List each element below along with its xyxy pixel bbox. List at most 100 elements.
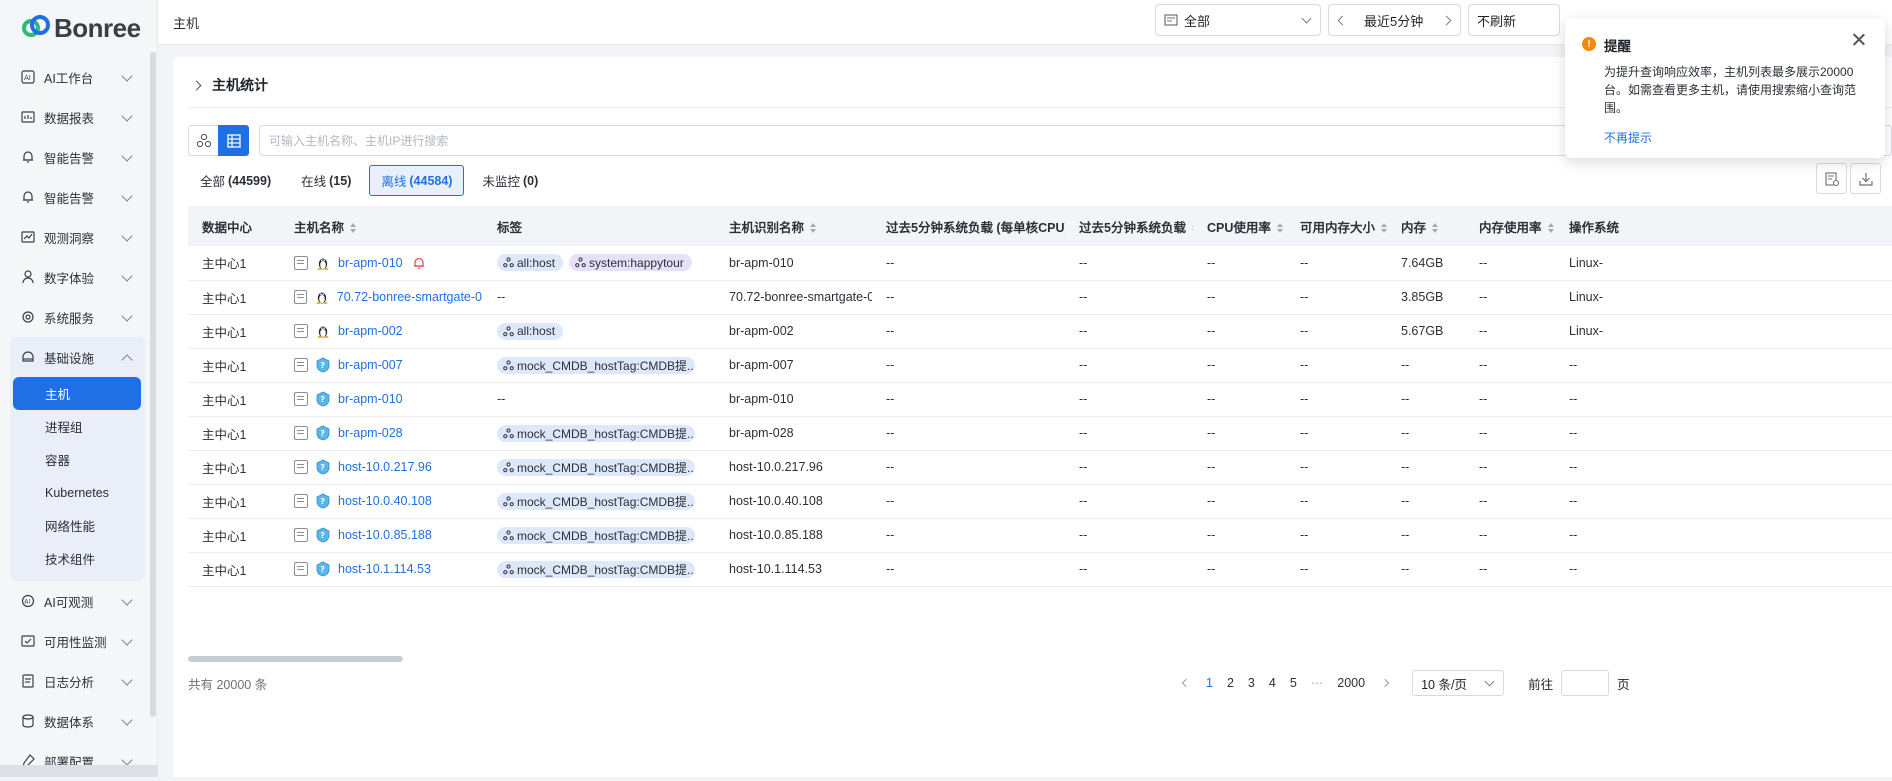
page-number[interactable]: 4	[1262, 676, 1283, 690]
host-name-link[interactable]: host-10.0.85.188	[338, 528, 432, 542]
time-range-select[interactable]: 最近5分钟	[1328, 4, 1461, 36]
column-header[interactable]: 内存	[1387, 206, 1465, 246]
host-tag[interactable]: mock_CMDB_hostTag:CMDB提...	[497, 424, 695, 442]
column-header[interactable]: CPU使用率	[1193, 206, 1286, 246]
host-tag[interactable]: system:happytour	[569, 254, 692, 272]
host-tag[interactable]: mock_CMDB_hostTag:CMDB提...	[497, 356, 695, 374]
host-name-link[interactable]: host-10.1.114.53	[338, 562, 431, 576]
next-page-icon[interactable]	[1380, 678, 1390, 688]
column-header[interactable]: 主机识别名称	[715, 206, 872, 246]
sidebar-item[interactable]: 数据体系	[0, 701, 158, 741]
sort-icon[interactable]	[1432, 223, 1439, 234]
column-header[interactable]: 主机名称	[280, 206, 483, 246]
sort-icon[interactable]	[1547, 223, 1554, 234]
logo[interactable]: Bonree	[20, 10, 141, 46]
sidebar-item[interactable]: 智能告警	[0, 177, 158, 217]
host-name-link[interactable]: br-apm-010	[338, 256, 403, 270]
sidebar-item[interactable]: 智能告警	[0, 137, 158, 177]
column-settings-button[interactable]	[1816, 163, 1847, 194]
sidebar-subitem[interactable]: 容器	[10, 443, 145, 476]
column-header[interactable]: 内存使用率	[1465, 206, 1555, 246]
sidebar-item[interactable]: AI AI可观测	[0, 581, 158, 621]
sort-icon[interactable]	[350, 223, 357, 234]
sidebar-subitem[interactable]: 网络性能	[10, 509, 145, 542]
status-tab[interactable]: 离线 (44584)	[369, 165, 465, 196]
sidebar-item[interactable]: 日志分析	[0, 661, 158, 701]
sidebar-item[interactable]: 数字体验	[0, 257, 158, 297]
status-tab[interactable]: 未监控 (0)	[470, 165, 550, 196]
host-name-link[interactable]: br-apm-007	[338, 358, 403, 372]
page-number[interactable]: 2	[1220, 676, 1241, 690]
table-row[interactable]: 主中心1 ? host-10.0.40.108 mock_CMDB_hostTa…	[188, 484, 1892, 519]
host-tag[interactable]: mock_CMDB_hostTag:CMDB提...	[497, 526, 695, 544]
host-tag[interactable]: mock_CMDB_hostTag:CMDB提...	[497, 492, 695, 510]
sidebar-item[interactable]: 系统服务	[0, 297, 158, 337]
close-icon[interactable]	[1851, 32, 1867, 48]
column-header[interactable]: 过去5分钟系统负载	[1065, 206, 1193, 246]
unknown-os-icon: ?	[315, 357, 331, 373]
sort-icon[interactable]	[1381, 223, 1387, 234]
column-header[interactable]: 过去5分钟系统负载 (每单核CPU)	[872, 206, 1065, 246]
status-tab[interactable]: 在线 (15)	[289, 165, 363, 196]
prev-page-icon[interactable]	[1181, 678, 1191, 688]
scope-select[interactable]: 全部	[1155, 4, 1321, 36]
host-tag[interactable]: mock_CMDB_hostTag:CMDB提...	[497, 458, 695, 476]
table-horizontal-scrollbar[interactable]	[188, 655, 1892, 663]
sidebar-item[interactable]: 观测洞察	[0, 217, 158, 257]
sidebar-subitem[interactable]: 技术组件	[10, 542, 145, 575]
host-name-link[interactable]: br-apm-010	[338, 392, 403, 406]
table-row[interactable]: 主中心1 br-apm-002 all:host br-apm-002 -- -…	[188, 314, 1892, 349]
tag-text: mock_CMDB_hostTag:CMDB提...	[517, 494, 695, 509]
host-name-link[interactable]: br-apm-028	[338, 426, 403, 440]
sidebar-item[interactable]: 数据报表	[0, 97, 158, 137]
host-tag[interactable]: all:host	[497, 254, 564, 272]
cell-identifier: 70.72-bonree-smartgate-0	[715, 280, 872, 315]
table-view-button[interactable]	[218, 125, 249, 156]
table-row[interactable]: 主中心1 70.72-bonree-smartgate-0 -- 70.72-b…	[188, 280, 1892, 315]
tag-text: system:happytour	[589, 255, 684, 270]
host-tag[interactable]: all:host	[497, 322, 564, 340]
page-number[interactable]: 3	[1241, 676, 1262, 690]
status-tab[interactable]: 全部 (44599)	[188, 165, 283, 196]
sidebar-item[interactable]: 基础设施	[10, 337, 145, 377]
table-row[interactable]: 主中心1 br-apm-010 all:host system:happytour…	[188, 246, 1892, 281]
dont-remind-link[interactable]: 不再提示	[1604, 129, 1652, 146]
page-number[interactable]: 5	[1283, 676, 1304, 690]
refresh-select[interactable]: 不刷新	[1468, 4, 1560, 36]
scrollbar-thumb[interactable]	[188, 656, 403, 662]
sidebar-subitem[interactable]: Kubernetes	[10, 476, 145, 509]
download-button[interactable]	[1850, 163, 1881, 194]
host-name-link[interactable]: 70.72-bonree-smartgate-0	[337, 290, 482, 304]
sidebar-subitem[interactable]: 进程组	[10, 410, 145, 443]
table-row[interactable]: 主中心1 ? host-10.0.85.188 mock_CMDB_hostTa…	[188, 518, 1892, 553]
table-row[interactable]: 主中心1 ? br-apm-007 mock_CMDB_hostTag:CMDB…	[188, 348, 1892, 383]
sidebar-item[interactable]: AI AI工作台	[0, 57, 158, 97]
sidebar-scrollbar[interactable]	[150, 52, 156, 717]
sidebar-item-label: 观测洞察	[44, 231, 95, 246]
table-row[interactable]: 主中心1 ? host-10.0.217.96 mock_CMDB_hostTa…	[188, 450, 1892, 485]
table-row[interactable]: 主中心1 ? br-apm-010 -- br-apm-010 -- -- --…	[188, 382, 1892, 417]
goto-page-input[interactable]	[1561, 670, 1610, 696]
sidebar-subitem[interactable]: 主机	[13, 377, 141, 410]
alarm-bell-icon[interactable]	[412, 256, 426, 270]
section-toggle[interactable]: 主机统计	[191, 75, 268, 95]
host-name-link[interactable]: br-apm-002	[338, 324, 403, 338]
logo-text: Bonree	[54, 12, 141, 43]
pagination-ellipsis[interactable]: ···	[1304, 676, 1331, 690]
sort-icon[interactable]	[810, 223, 817, 234]
host-tag[interactable]: mock_CMDB_hostTag:CMDB提...	[497, 560, 695, 578]
topology-view-button[interactable]	[188, 125, 219, 156]
column-header[interactable]: 可用内存大小	[1286, 206, 1387, 246]
sort-icon[interactable]	[1276, 223, 1283, 234]
cell-cpu-usage: --	[1193, 348, 1286, 383]
host-name-link[interactable]: host-10.0.217.96	[338, 460, 432, 474]
table-row[interactable]: 主中心1 ? host-10.1.114.53 mock_CMDB_hostTa…	[188, 552, 1892, 587]
sidebar-item[interactable]: 可用性监测	[0, 621, 158, 661]
host-name-link[interactable]: host-10.0.40.108	[338, 494, 432, 508]
page-number[interactable]: 1	[1199, 676, 1220, 690]
sort-icon[interactable]	[1191, 223, 1193, 234]
page-size-select[interactable]: 10 条/页	[1412, 670, 1505, 696]
page-last[interactable]: 2000	[1330, 676, 1372, 690]
table-row[interactable]: 主中心1 ? br-apm-028 mock_CMDB_hostTag:CMDB…	[188, 416, 1892, 451]
cell-tags: mock_CMDB_hostTag:CMDB提...	[483, 552, 715, 587]
